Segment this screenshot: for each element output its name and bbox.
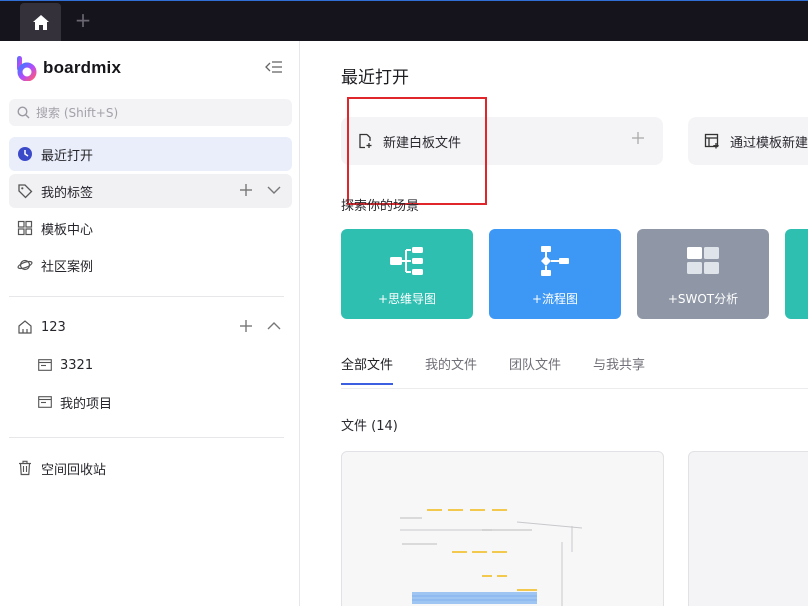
sidebar-item-label: 最近打开 (41, 148, 94, 164)
folder-item-my-projects[interactable]: 我的项目 (38, 389, 112, 415)
tag-icon (18, 184, 33, 199)
page-title: 最近打开 (341, 68, 409, 88)
boardmix-logo-icon (17, 56, 37, 81)
new-tab-button[interactable]: + (72, 9, 94, 31)
file-card[interactable] (341, 451, 664, 606)
highlight-annotation (347, 97, 487, 205)
folder-item-3321[interactable]: 3321 (38, 352, 93, 378)
space-name: 123 (41, 319, 66, 335)
sidebar-item-templates[interactable]: 模板中心 (9, 211, 292, 245)
folder-icon (38, 359, 52, 371)
scene-card-mindmap[interactable]: +思维导图 (341, 229, 473, 319)
main-content: 最近打开 新建白板文件 通过模板新建 探索你的场景 +思维导图 +流程图 +SW… (301, 41, 808, 606)
sidebar-item-label: 空间回收站 (41, 462, 107, 478)
tab-my-files[interactable]: 我的文件 (425, 354, 477, 385)
tab-shared-with-me[interactable]: 与我共享 (593, 354, 645, 385)
folder-icon (38, 396, 52, 408)
swot-grid-icon (687, 247, 719, 274)
tab-team-files[interactable]: 团队文件 (509, 354, 561, 385)
clock-icon (18, 147, 32, 161)
chevron-up-icon[interactable] (266, 318, 282, 334)
scene-label: +SWOT分析 (667, 292, 739, 306)
file-tabs: 全部文件 我的文件 团队文件 与我共享 (341, 354, 645, 385)
sidebar-item-label: 社区案例 (41, 259, 94, 275)
sidebar-item-tags[interactable]: 我的标签 (9, 174, 292, 208)
planet-icon (17, 259, 33, 271)
scene-label: +思维导图 (377, 292, 437, 306)
scene-card-more[interactable] (785, 229, 808, 319)
tabs-divider (341, 388, 808, 389)
window-tab-bar: + (0, 0, 808, 41)
folder-label: 3321 (60, 357, 94, 373)
search-input[interactable] (36, 105, 276, 120)
sidebar-item-trash[interactable]: 空间回收站 (9, 451, 292, 485)
new-from-template-label: 通过模板新建 (730, 135, 808, 151)
collapse-sidebar-icon[interactable] (264, 58, 284, 76)
scenes-title: 探索你的场景 (341, 199, 420, 214)
scene-card-swot[interactable]: +SWOT分析 (637, 229, 769, 319)
app-logo: boardmix (15, 55, 121, 81)
sidebar-item-label: 模板中心 (41, 222, 94, 238)
sidebar: boardmix 最近打开 我的标签 (0, 41, 300, 606)
grid-icon (17, 220, 33, 236)
file-count: 文件 (14) (341, 419, 398, 434)
plus-icon (632, 132, 644, 144)
sidebar-space-123[interactable]: 123 (9, 310, 292, 344)
plus-icon[interactable] (238, 318, 254, 334)
new-from-template-button[interactable]: 通过模板新建 (688, 117, 808, 165)
file-card[interactable] (688, 451, 808, 606)
scene-card-flowchart[interactable]: +流程图 (489, 229, 621, 319)
search-icon (17, 106, 30, 119)
flowchart-icon (541, 246, 569, 276)
home-outline-icon (18, 320, 32, 334)
search-box[interactable] (9, 99, 292, 126)
folder-label: 我的项目 (60, 396, 113, 412)
home-icon (32, 14, 49, 30)
sidebar-item-community[interactable]: 社区案例 (9, 248, 292, 282)
sidebar-divider (9, 437, 284, 438)
scene-label: +流程图 (531, 292, 579, 306)
plus-icon[interactable] (238, 182, 254, 198)
file-thumbnail (400, 509, 583, 606)
template-icon (704, 133, 719, 149)
trash-icon (19, 460, 31, 476)
app-name: boardmix (43, 58, 122, 77)
chevron-down-icon[interactable] (266, 182, 282, 198)
sidebar-item-label: 我的标签 (41, 185, 94, 201)
home-tab[interactable] (20, 3, 61, 41)
tab-all-files[interactable]: 全部文件 (341, 354, 394, 385)
mindmap-icon (390, 247, 423, 275)
sidebar-item-recent[interactable]: 最近打开 (9, 137, 292, 171)
sidebar-divider (9, 296, 284, 297)
